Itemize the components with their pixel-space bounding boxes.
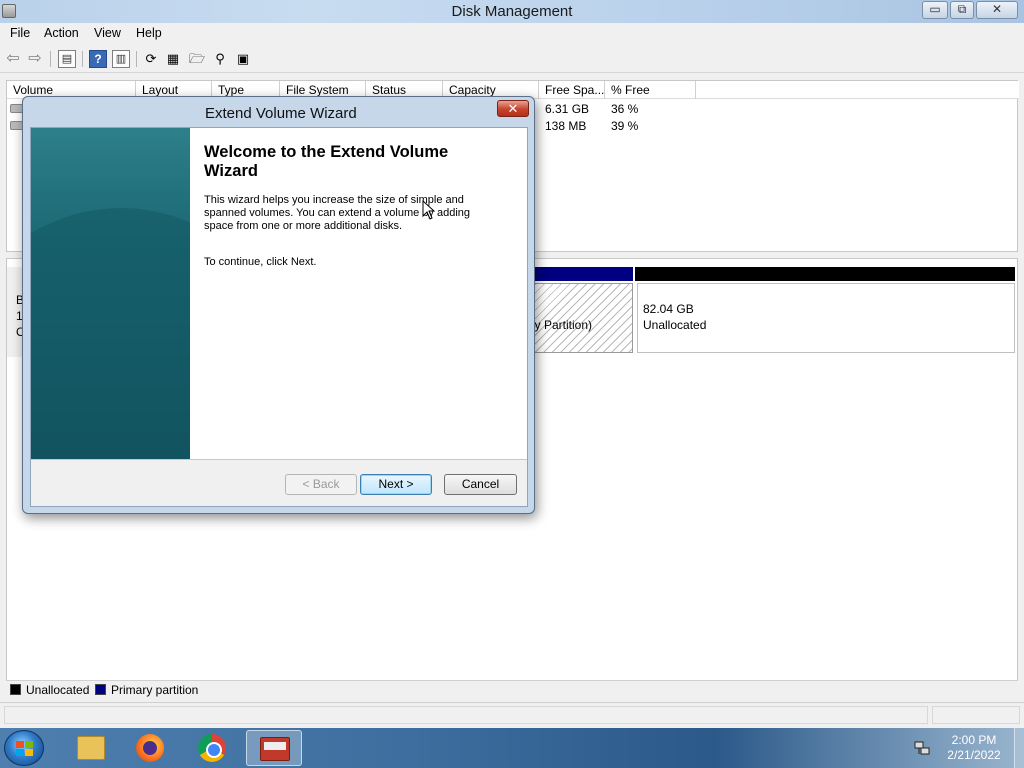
unallocated-size: 82.04 GB	[643, 302, 694, 316]
divider	[31, 459, 527, 460]
menu-action[interactable]: Action	[44, 26, 79, 40]
chrome-icon	[198, 734, 226, 762]
legend: Unallocated Primary partition	[6, 680, 1018, 698]
rescan-icon[interactable]: ▦	[164, 50, 182, 68]
status-pane	[4, 706, 928, 724]
menu-view[interactable]: View	[94, 26, 121, 40]
open-icon[interactable]: 🗁	[188, 50, 206, 68]
help-icon[interactable]: ?	[89, 50, 107, 68]
column-status[interactable]: Status	[372, 83, 406, 97]
close-button[interactable]: ✕	[976, 1, 1018, 19]
cell-free-space: 6.31 GB	[545, 102, 590, 116]
column-type[interactable]: Type	[218, 83, 244, 97]
taskbar-disk-management[interactable]	[246, 730, 302, 766]
unallocated-space[interactable]: 82.04 GB Unallocated	[637, 283, 1015, 353]
back-icon[interactable]: ⇦	[4, 50, 22, 68]
folder-icon	[77, 736, 105, 760]
dialog-title: Extend Volume Wizard	[205, 105, 357, 122]
disk-management-icon	[260, 737, 290, 761]
primary-partition-bar	[527, 267, 633, 281]
unallocated-bar	[635, 267, 1015, 281]
legend-primary: Primary partition	[111, 683, 199, 697]
legend-primary-swatch	[95, 684, 106, 695]
wizard-description: This wizard helps you increase the size …	[204, 194, 471, 232]
window-titlebar: Disk Management ▭ ⧉ ✕	[0, 0, 1024, 23]
wizard-content: Welcome to the Extend Volume Wizard This…	[190, 128, 527, 459]
window-title: Disk Management	[451, 3, 573, 20]
toolbar-separator	[136, 51, 137, 67]
taskbar-explorer[interactable]	[62, 730, 118, 766]
toolbar-separator	[82, 51, 83, 67]
start-button[interactable]	[4, 730, 44, 766]
network-icon[interactable]	[914, 740, 930, 756]
column-file-system[interactable]: File System	[286, 83, 349, 97]
extend-volume-wizard-dialog: Extend Volume Wizard ✕ Welcome to the Ex…	[22, 96, 535, 514]
menu-help[interactable]: Help	[136, 26, 162, 40]
cell-percent-free: 36 %	[611, 102, 639, 116]
unallocated-label: Unallocated	[643, 318, 707, 332]
menu-file[interactable]: File	[10, 26, 30, 40]
legend-unallocated-swatch	[10, 684, 21, 695]
mouse-cursor-icon	[422, 200, 436, 220]
status-bar	[0, 702, 1024, 726]
wizard-heading: Welcome to the Extend Volume Wizard	[204, 143, 449, 180]
search-icon[interactable]: ⚲	[211, 50, 229, 68]
column-percent-free[interactable]: % Free	[611, 83, 650, 97]
wizard-continue-text: To continue, click Next.	[204, 256, 317, 268]
maximize-button[interactable]: ⧉	[950, 1, 974, 19]
next-button[interactable]: Next >	[360, 474, 432, 495]
wizard-banner-image	[31, 128, 190, 459]
show-desktop-button[interactable]	[1014, 728, 1024, 768]
back-button[interactable]: < Back	[285, 474, 357, 495]
clock-date: 2/21/2022	[947, 748, 1001, 762]
properties-icon[interactable]: ▥	[112, 50, 130, 68]
taskbar: 2:00 PM 2/21/2022	[0, 728, 1024, 768]
cell-percent-free: 39 %	[611, 119, 639, 133]
column-layout[interactable]: Layout	[142, 83, 178, 97]
column-capacity[interactable]: Capacity	[449, 83, 496, 97]
forward-icon[interactable]: ⇨	[26, 50, 44, 68]
cell-free-space: 138 MB	[545, 119, 587, 133]
refresh-icon[interactable]: ⟳	[142, 50, 160, 68]
legend-unallocated: Unallocated	[26, 683, 90, 697]
firefox-icon	[136, 734, 164, 762]
clock-time: 2:00 PM	[951, 733, 997, 747]
windows-logo-icon	[16, 741, 34, 757]
primary-partition[interactable]: mary Partition)	[514, 283, 633, 353]
menu-bar: File Action View Help	[0, 23, 1024, 45]
dialog-close-button[interactable]: ✕	[497, 100, 529, 117]
system-clock[interactable]: 2:00 PM 2/21/2022	[938, 733, 1010, 763]
column-free-space[interactable]: Free Spa...	[545, 83, 604, 97]
taskbar-chrome[interactable]	[184, 730, 240, 766]
toolbar-separator	[50, 51, 51, 67]
disk-icon[interactable]: ▣	[234, 50, 252, 68]
cancel-button[interactable]: Cancel	[444, 474, 517, 495]
show-hide-console-tree-icon[interactable]: ▤	[58, 50, 76, 68]
toolbar: ⇦ ⇨ ▤ ? ▥ ⟳ ▦ 🗁 ⚲ ▣	[0, 45, 1024, 73]
minimize-button[interactable]: ▭	[922, 1, 948, 19]
column-volume[interactable]: Volume	[13, 83, 53, 97]
taskbar-firefox[interactable]	[122, 730, 178, 766]
dialog-body: Welcome to the Extend Volume Wizard This…	[30, 127, 528, 507]
status-pane	[932, 706, 1020, 724]
